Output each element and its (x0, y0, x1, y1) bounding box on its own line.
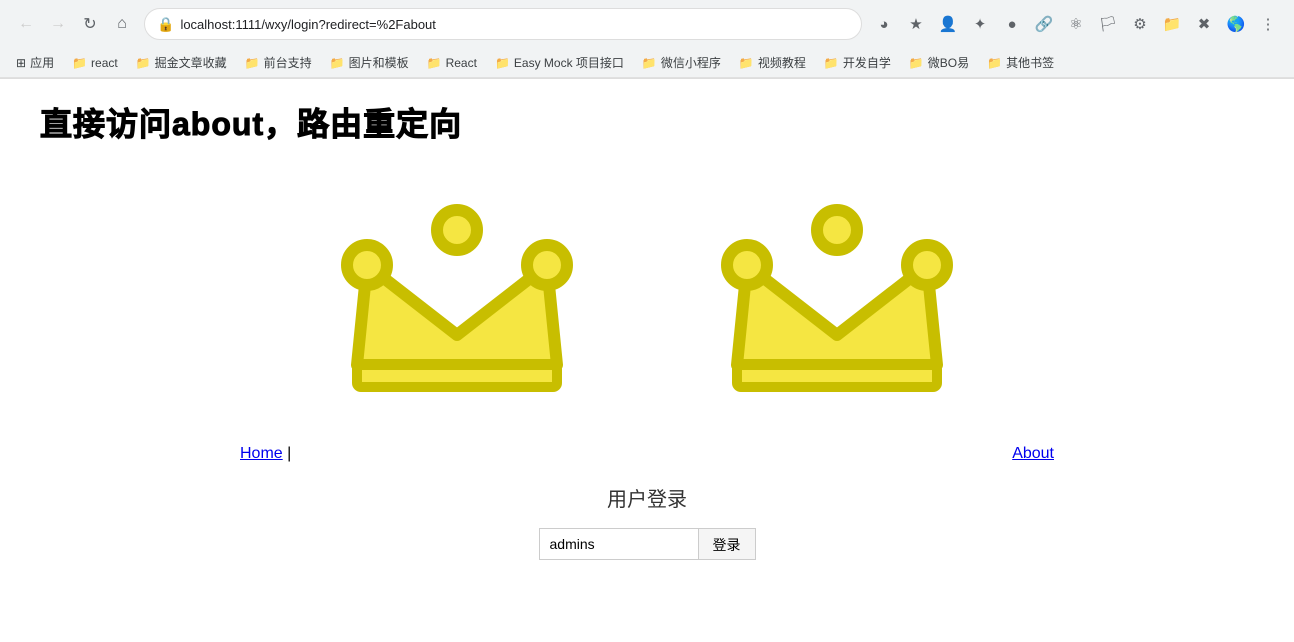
login-form: 登录 (539, 528, 756, 560)
extension2-button[interactable]: ● (998, 10, 1026, 38)
bookmark-label: 前台支持 (264, 54, 312, 71)
login-button[interactable]: 登录 (699, 528, 756, 560)
extension3-button[interactable]: 🔗 (1030, 10, 1058, 38)
address-bar[interactable]: 🔒 localhost:1111/wxy/login?redirect=%2Fa… (144, 8, 862, 40)
forward-button[interactable]: → (44, 10, 72, 38)
bookmark-video[interactable]: 📁 视频教程 (731, 51, 814, 74)
login-section: 用户登录 登录 (40, 483, 1254, 560)
browser-toolbar: ← → ↻ ⌂ 🔒 localhost:1111/wxy/login?redir… (0, 0, 1294, 48)
page-title: 直接访问about，路由重定向 (40, 99, 1254, 145)
folder-icon: 📁 (642, 56, 657, 70)
bookmark-images[interactable]: 📁 图片和模板 (322, 51, 417, 74)
menu-button[interactable]: ⋮ (1254, 10, 1282, 38)
home-link-container: Home | (240, 445, 291, 463)
home-link[interactable]: Home (240, 445, 283, 462)
reload-button[interactable]: ↻ (76, 10, 104, 38)
extension7-button[interactable]: 📁 (1158, 10, 1186, 38)
folder-icon: 📁 (330, 56, 345, 70)
login-title: 用户登录 (607, 483, 687, 512)
bookmark-easymock[interactable]: 📁 Easy Mock 项目接口 (487, 51, 632, 74)
bookmarks-bar: ⊞ 应用 📁 react 📁 掘金文章收藏 📁 前台支持 📁 图片和模板 📁 R… (0, 48, 1294, 78)
bookmark-button[interactable]: ★ (902, 10, 930, 38)
bookmark-boyi[interactable]: 📁 微BO易 (901, 51, 977, 74)
folder-icon: 📁 (909, 56, 924, 70)
back-button[interactable]: ← (12, 10, 40, 38)
extension5-button[interactable]: 🏳 (1094, 10, 1122, 38)
extension6-button[interactable]: ⚙ (1126, 10, 1154, 38)
address-text: localhost:1111/wxy/login?redirect=%2Fabo… (180, 17, 849, 32)
bookmark-label: 开发自学 (843, 54, 891, 71)
folder-icon: 📁 (245, 56, 260, 70)
bookmark-label: 其他书签 (1006, 54, 1054, 71)
folder-icon: 📁 (739, 56, 754, 70)
bookmark-apps[interactable]: ⊞ 应用 (8, 51, 62, 74)
bookmark-label: Easy Mock 项目接口 (514, 54, 624, 71)
bookmark-label: 微信小程序 (661, 54, 721, 71)
bookmark-qiantai[interactable]: 📁 前台支持 (237, 51, 320, 74)
crown-icon-right (697, 165, 977, 415)
browser-chrome: ← → ↻ ⌂ 🔒 localhost:1111/wxy/login?redir… (0, 0, 1294, 79)
username-input[interactable] (539, 528, 699, 560)
bookmark-label: react (91, 56, 118, 70)
folder-icon: 📁 (427, 56, 442, 70)
extension8-button[interactable]: ✖ (1190, 10, 1218, 38)
page-content: 直接访问about，路由重定向 (0, 79, 1294, 639)
extension4-button[interactable]: ⚛ (1062, 10, 1090, 38)
extension9-button[interactable]: 🌎 (1222, 10, 1250, 38)
toolbar-icons: ◕ ★ 👤 ✦ ● 🔗 ⚛ 🏳 ⚙ 📁 ✖ 🌎 ⋮ (870, 10, 1282, 38)
bookmark-react2[interactable]: 📁 React (419, 53, 485, 73)
bookmark-label: 掘金文章收藏 (155, 54, 227, 71)
folder-icon: 📁 (987, 56, 1002, 70)
nav-links: Home | About (40, 445, 1254, 463)
cast-button[interactable]: ◕ (870, 10, 898, 38)
bookmark-label: 图片和模板 (349, 54, 409, 71)
bookmark-label: 应用 (30, 54, 54, 71)
bookmark-wechat[interactable]: 📁 微信小程序 (634, 51, 729, 74)
lock-icon: 🔒 (157, 16, 174, 33)
apps-icon: ⊞ (16, 56, 26, 70)
about-link[interactable]: About (1012, 445, 1054, 463)
home-button[interactable]: ⌂ (108, 10, 136, 38)
bookmark-devself[interactable]: 📁 开发自学 (816, 51, 899, 74)
extension1-button[interactable]: ✦ (966, 10, 994, 38)
nav-separator: | (287, 445, 291, 462)
bookmark-label: React (446, 56, 477, 70)
folder-icon: 📁 (136, 56, 151, 70)
bookmark-label: 微BO易 (928, 54, 969, 71)
bookmark-juejin[interactable]: 📁 掘金文章收藏 (128, 51, 235, 74)
folder-icon: 📁 (824, 56, 839, 70)
bookmark-react1[interactable]: 📁 react (64, 53, 126, 73)
bookmark-others[interactable]: 📁 其他书签 (979, 51, 1062, 74)
folder-icon: 📁 (495, 56, 510, 70)
profile-button[interactable]: 👤 (934, 10, 962, 38)
bookmark-label: 视频教程 (758, 54, 806, 71)
folder-icon: 📁 (72, 56, 87, 70)
nav-buttons: ← → ↻ ⌂ (12, 10, 136, 38)
crowns-container (40, 165, 1254, 415)
crown-icon-left (317, 165, 597, 415)
